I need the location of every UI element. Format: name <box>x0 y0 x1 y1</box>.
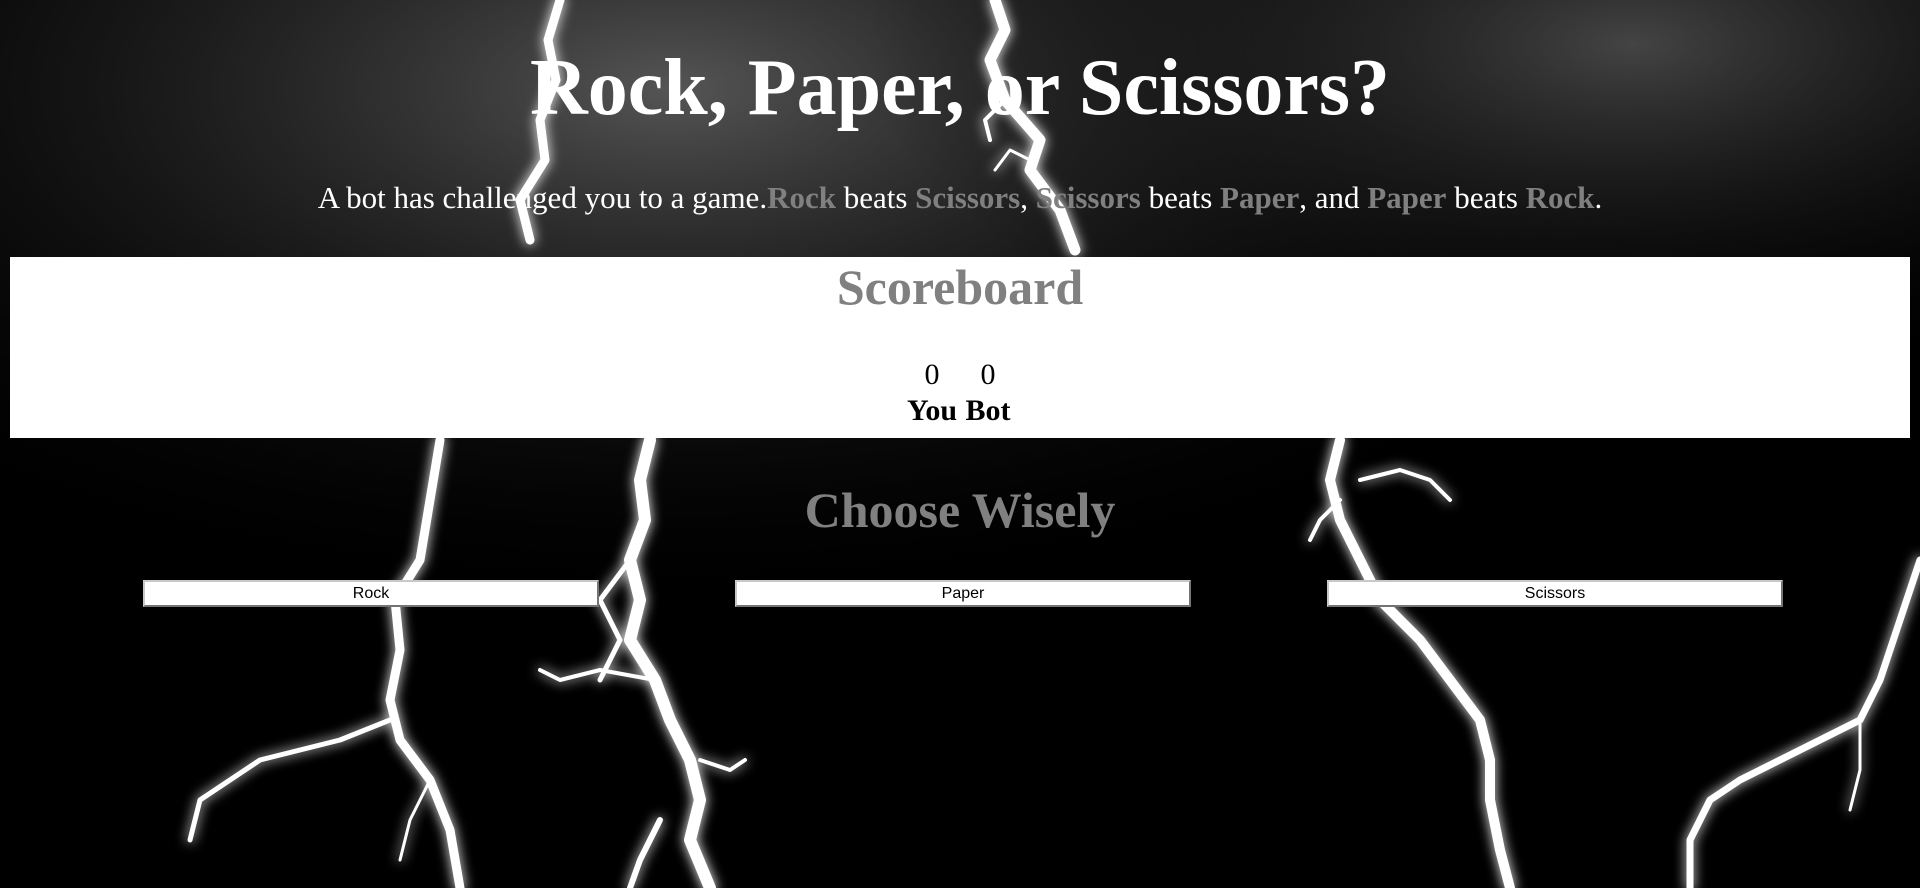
player-label: You <box>906 394 958 427</box>
intro-lead: A bot has challenged you to a game. <box>317 180 768 215</box>
scoreboard-panel: Scoreboard 0 You 0 Bot <box>10 257 1910 438</box>
game-instructions: A bot has challenged you to a game.Rock … <box>0 178 1920 218</box>
scoreboard-heading: Scoreboard <box>836 259 1084 315</box>
rule-comma: , <box>1020 180 1036 215</box>
rule-rock: Rock <box>767 180 836 215</box>
rule-and: , and <box>1299 180 1368 215</box>
rule-paper: Paper <box>1367 180 1447 215</box>
paper-button[interactable]: Paper <box>735 580 1191 607</box>
rule-paper: Paper <box>1220 180 1300 215</box>
rule-beats: beats <box>1446 180 1526 215</box>
rule-rock: Rock <box>1525 180 1595 215</box>
rule-scissors: Scissors <box>1035 180 1141 215</box>
rule-beats: beats <box>835 180 916 215</box>
choose-heading: Choose Wisely <box>804 482 1116 538</box>
page-content: Rock, Paper, or Scissors? A bot has chal… <box>0 0 1920 888</box>
bot-label: Bot <box>965 394 1011 427</box>
scissors-button[interactable]: Scissors <box>1327 580 1783 607</box>
bot-score-column: 0 Bot <box>963 357 1013 429</box>
rule-period: . <box>1594 180 1603 215</box>
rule-scissors: Scissors <box>915 180 1021 215</box>
rule-beats: beats <box>1140 180 1221 215</box>
page-title: Rock, Paper, or Scissors? <box>530 44 1390 132</box>
player-score-column: 0 You <box>907 357 957 429</box>
score-table: 0 You 0 Bot <box>10 357 1910 429</box>
choice-buttons: Rock Paper Scissors <box>0 580 1920 608</box>
bot-score: 0 <box>980 358 996 391</box>
rock-button[interactable]: Rock <box>143 580 599 607</box>
player-score: 0 <box>924 358 940 391</box>
